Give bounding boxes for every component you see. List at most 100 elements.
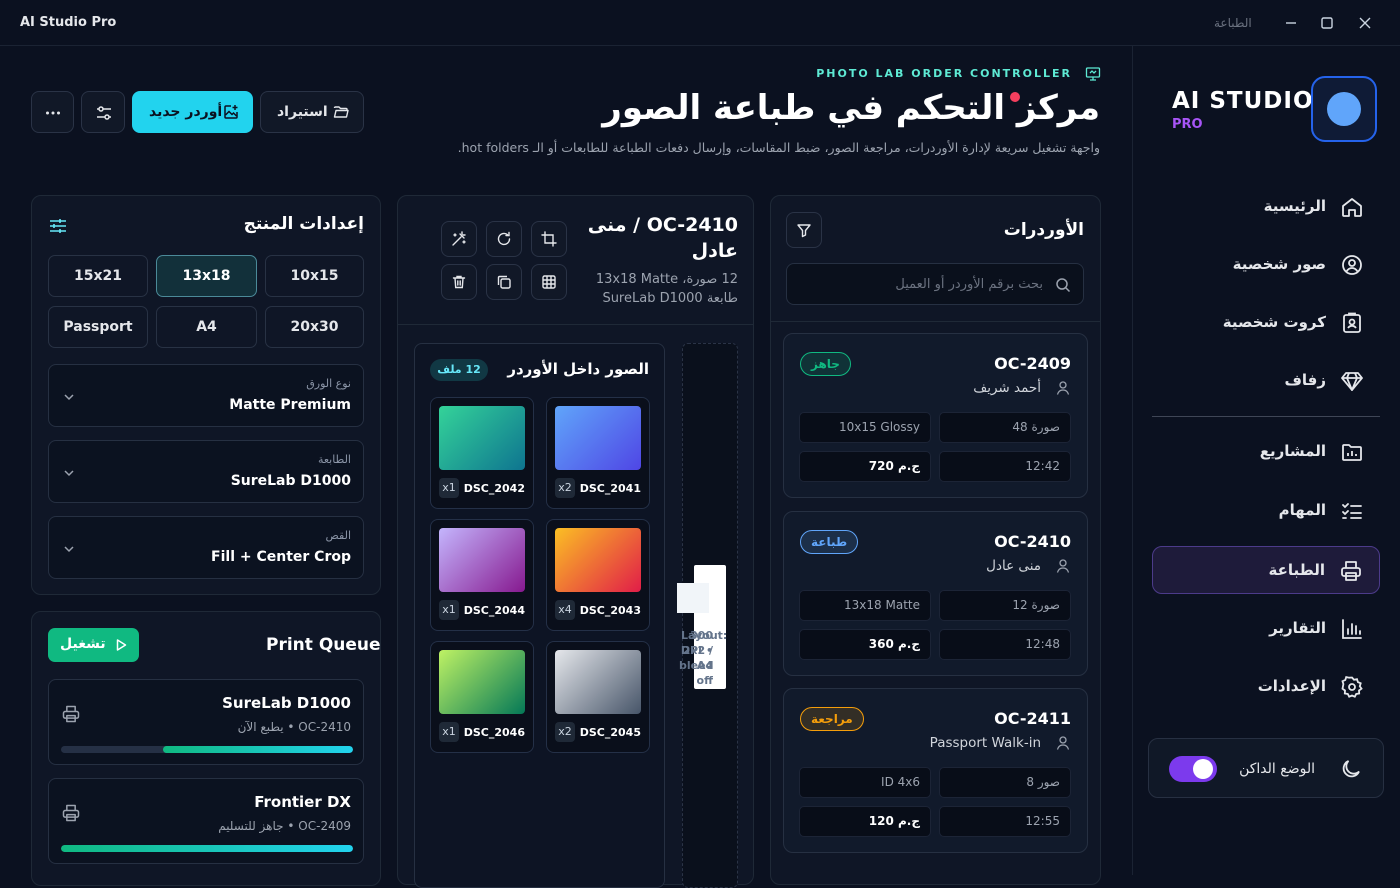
paper-type-value: Matte Premium (229, 397, 351, 413)
size-chip-a4[interactable]: A4 (156, 306, 257, 348)
sidebar-item-home[interactable]: الرئيسية (1152, 183, 1380, 231)
photo-image (555, 528, 641, 592)
photo-thumbnail[interactable]: x4 DSC_2043 (546, 519, 650, 631)
bar-chart-icon (1340, 617, 1364, 641)
maximize-icon[interactable] (1318, 14, 1336, 32)
notification-dot (1010, 92, 1020, 102)
crop-select[interactable]: القص Fill + Center Crop (48, 516, 364, 579)
order-size: 10x15 Glossy (799, 412, 931, 443)
order-customer: أحمد شريف (973, 380, 1041, 396)
dark-mode-toggle[interactable] (1169, 756, 1217, 782)
photo-qty: x2 (555, 478, 575, 498)
orders-divider (771, 321, 1100, 322)
photo-qty: x1 (439, 478, 459, 498)
toggle-knob (1193, 759, 1213, 779)
more-dots-icon (44, 104, 62, 122)
search-icon (1055, 277, 1071, 293)
photo-name: DSC_2046 (463, 726, 525, 739)
order-id: OC-2409 (994, 354, 1071, 373)
sidebar-item-settings[interactable]: الإعدادات (1152, 663, 1380, 711)
printer-value: SureLab D1000 (230, 473, 351, 489)
photo-thumbnail[interactable]: x1 DSC_2042 (430, 397, 534, 509)
progress-fill (61, 845, 353, 852)
size-chip-passport[interactable]: Passport (48, 306, 148, 348)
sidebar-item-wedding[interactable]: زفاف (1152, 357, 1380, 405)
order-photos-count: 8 صور (939, 767, 1071, 798)
user-icon (1055, 380, 1071, 396)
order-detail-printer: طابعة SureLab D1000 (602, 291, 738, 306)
order-detail-title-line2: عادل (691, 240, 738, 262)
user-circle-icon (1340, 253, 1364, 277)
tune-icon[interactable] (48, 216, 68, 236)
user-icon (1055, 735, 1071, 751)
minimize-icon[interactable] (1282, 14, 1300, 32)
diamond-icon (1340, 369, 1364, 393)
new-order-button[interactable]: أوردر جديد (132, 91, 253, 133)
order-price: 720 ج.م (799, 451, 931, 482)
status-badge: طباعة (800, 530, 859, 554)
order-time: 12:55 (939, 806, 1071, 837)
magic-wand-icon (452, 231, 466, 246)
monitor-icon (1085, 66, 1101, 82)
sidebar-item-tasks[interactable]: المهام (1152, 487, 1380, 535)
photo-thumbnail[interactable]: x2 DSC_2041 (546, 397, 650, 509)
home-icon (1340, 195, 1364, 219)
order-photos-count: 12 صورة (939, 590, 1071, 621)
filter-button[interactable] (786, 212, 822, 248)
copy-icon (497, 275, 511, 289)
printer-icon (61, 704, 81, 724)
status-badge: مراجعة (800, 707, 864, 731)
size-chip-20x30[interactable]: 20x30 (265, 306, 364, 348)
queue-progress-bar (61, 746, 353, 753)
order-time: 12:42 (939, 451, 1071, 482)
sliders-icon (95, 104, 113, 122)
sidebar-item-reports[interactable]: التقارير (1152, 605, 1380, 653)
filters-button[interactable] (81, 91, 125, 133)
size-chip-15x21[interactable]: 15x21 (48, 255, 148, 297)
sidebar-item-printing[interactable]: الطباعة (1152, 546, 1380, 594)
preview-line: Layout: (681, 629, 728, 642)
delete-button[interactable] (441, 264, 477, 300)
app-title: AI Studio Pro (20, 15, 117, 30)
crop-value: Fill + Center Crop (211, 549, 351, 565)
sidebar-item-label: المهام (1278, 501, 1326, 519)
search-input[interactable]: بحث برقم الأوردر أو العميل (786, 263, 1084, 305)
paper-type-select[interactable]: نوع الورق Matte Premium (48, 364, 364, 427)
duplicate-button[interactable] (486, 264, 522, 300)
order-card[interactable]: OC-2409 أحمد شريف جاهز 48 صورة 10x15 Glo… (783, 333, 1088, 498)
rotate-button[interactable] (486, 221, 522, 257)
grid-button[interactable] (531, 264, 567, 300)
sidebar-item-projects[interactable]: المشاريع (1152, 428, 1380, 476)
size-chip-10x15[interactable]: 10x15 (265, 255, 364, 297)
queue-item[interactable]: SureLab D1000 OC-2410 • يطبع الآن (48, 679, 364, 765)
sidebar-item-id-cards[interactable]: كروت شخصية (1152, 299, 1380, 347)
close-icon[interactable] (1356, 14, 1374, 32)
paper-type-label: نوع الورق (306, 377, 351, 390)
crop-button[interactable] (531, 221, 567, 257)
folder-chart-icon (1340, 440, 1364, 464)
photo-qty: x4 (555, 600, 575, 620)
order-card[interactable]: OC-2410 منى عادل طباعة 12 صورة 13x18 Mat… (783, 511, 1088, 676)
photo-qty: x1 (439, 600, 459, 620)
order-card[interactable]: OC-2411 Passport Walk-in مراجعة 8 صور ID… (783, 688, 1088, 853)
order-size: ID 4x6 (799, 767, 931, 798)
photo-thumbnail[interactable]: x1 DSC_2044 (430, 519, 534, 631)
order-detail-title: OC-2410 / منى (587, 214, 738, 236)
user-icon (1055, 558, 1071, 574)
run-queue-button[interactable]: تشغيل (48, 628, 139, 662)
sidebar-item-label: المشاريع (1259, 442, 1326, 460)
printer-select[interactable]: الطابعة SureLab D1000 (48, 440, 364, 503)
more-button[interactable] (31, 91, 74, 133)
magic-wand-button[interactable] (441, 221, 477, 257)
import-button[interactable]: استيراد (260, 91, 364, 133)
order-customer: منى عادل (986, 558, 1041, 574)
size-chip-13x18[interactable]: 13x18 (156, 255, 257, 297)
logo (1311, 76, 1377, 142)
sidebar-item-portraits[interactable]: صور شخصية (1152, 241, 1380, 289)
queue-item[interactable]: Frontier DX OC-2409 • جاهز للتسليم (48, 778, 364, 864)
photo-thumbnail[interactable]: x1 DSC_2046 (430, 641, 534, 753)
sidebar-item-label: صور شخصية (1232, 255, 1326, 273)
chevron-down-icon (63, 391, 75, 403)
photo-thumbnail[interactable]: x2 DSC_2045 (546, 641, 650, 753)
dark-mode-label: الوضع الداكن (1239, 761, 1315, 777)
